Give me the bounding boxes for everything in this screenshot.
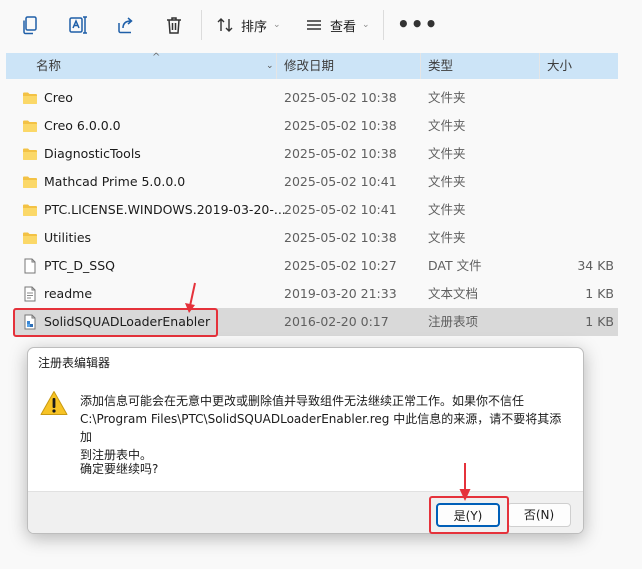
dialog-question: 确定要继续吗? [80,462,159,476]
command-bar: 排序 ⌄ 查看 ⌄ ••• [0,0,642,50]
file-date: 2025-05-02 10:41 [284,174,397,189]
file-type: 文件夹 [428,118,466,133]
column-header-size[interactable]: 大小 [547,53,572,79]
file-row[interactable]: DiagnosticTools 2025-05-02 10:38 文件夹 [14,140,618,168]
more-options-button[interactable]: ••• [397,14,438,34]
file-row[interactable]: PTC.LICENSE.WINDOWS.2019-03-20-... 2025-… [14,196,618,224]
folder-icon [23,176,37,188]
file-row[interactable]: PTC_D_SSQ 2025-05-02 10:27 DAT 文件 34 KB [14,252,618,280]
file-row[interactable]: readme 2019-03-20 21:33 文本文档 1 KB [14,280,618,308]
toolbar-divider [201,10,202,40]
file-date: 2019-03-20 21:33 [284,286,397,301]
file-size: 1 KB [585,314,614,329]
sort-icon [217,18,233,32]
share-icon[interactable] [115,14,137,36]
folder-icon [23,148,37,160]
sort-label: 排序 [241,19,268,35]
file-date: 2025-05-02 10:38 [284,90,397,105]
delete-icon[interactable] [163,14,185,36]
file-row[interactable]: Utilities 2025-05-02 10:38 文件夹 [14,224,618,252]
file-row[interactable]: Mathcad Prime 5.0.0.0 2025-05-02 10:41 文… [14,168,618,196]
file-type: 文件夹 [428,230,466,245]
file-type: 注册表项 [428,314,479,329]
file-name: Creo 6.0.0.0 [44,118,121,133]
column-divider[interactable] [420,53,421,79]
dialog-message-line: 添加信息可能会在无意中更改或删除值并导致组件无法继续正常工作。如果你不信任 [80,394,525,408]
file-type: 文件夹 [428,202,466,217]
dialog-title: 注册表编辑器 [38,356,111,370]
file-type: 文件夹 [428,146,466,161]
file-name: readme [44,286,93,301]
file-type: 文本文档 [428,286,479,301]
file-name: PTC_D_SSQ [44,258,116,273]
column-header-type[interactable]: 类型 [428,53,453,79]
file-type: 文件夹 [428,174,466,189]
annotation-arrow-icon [459,463,471,501]
view-label: 查看 [330,19,357,35]
file-name: DiagnosticTools [44,146,141,161]
column-header-date[interactable]: 修改日期 [284,53,334,79]
column-header-row: ^ 名称 ⌄ 修改日期 类型 大小 [6,52,618,79]
dialog-message-line: C:\Program Files\PTC\SolidSQUADLoaderEna… [80,412,562,444]
file-date: 2025-05-02 10:38 [284,118,397,133]
file-date: 2025-05-02 10:38 [284,146,397,161]
dialog-message: 添加信息可能会在无意中更改或删除值并导致组件无法继续正常工作。如果你不信任 C:… [80,392,570,464]
chevron-down-icon[interactable]: ⌄ [266,61,274,71]
toolbar-divider [383,10,384,40]
file-icon [24,258,36,274]
file-size: 34 KB [577,258,614,273]
file-date: 2025-05-02 10:27 [284,258,397,273]
column-header-name[interactable]: 名称 [36,53,61,79]
view-button[interactable]: 查看 ⌄ [305,14,370,36]
sort-ascending-icon: ^ [152,52,161,63]
file-row[interactable]: Creo 6.0.0.0 2025-05-02 10:38 文件夹 [14,112,618,140]
rename-icon[interactable] [67,14,89,36]
file-name: Utilities [44,230,92,245]
annotation-arrow-icon [185,282,196,313]
view-icon [307,20,321,30]
file-size: 1 KB [585,286,614,301]
no-button[interactable]: 否(N) [507,503,571,527]
column-divider[interactable] [539,53,540,79]
file-type: DAT 文件 [428,258,482,273]
folder-icon [23,232,37,244]
chevron-down-icon: ⌄ [362,20,370,30]
file-name: PTC.LICENSE.WINDOWS.2019-03-20-... [44,202,286,217]
warning-icon [40,391,68,415]
file-row[interactable]: Creo 2025-05-02 10:38 文件夹 [14,84,618,112]
sort-button[interactable]: 排序 ⌄ [216,14,281,36]
text-file-icon [24,286,36,302]
file-date: 2025-05-02 10:38 [284,230,397,245]
folder-icon [23,92,37,104]
file-name: Creo [44,90,73,105]
folder-icon [23,204,37,216]
file-name: Mathcad Prime 5.0.0.0 [44,174,186,189]
column-divider[interactable] [276,53,277,79]
file-date: 2025-05-02 10:41 [284,202,397,217]
file-date: 2016-02-20 0:17 [284,314,389,329]
copy-icon[interactable] [19,14,41,36]
file-type: 文件夹 [428,90,466,105]
chevron-down-icon: ⌄ [273,20,281,30]
folder-icon [23,120,37,132]
